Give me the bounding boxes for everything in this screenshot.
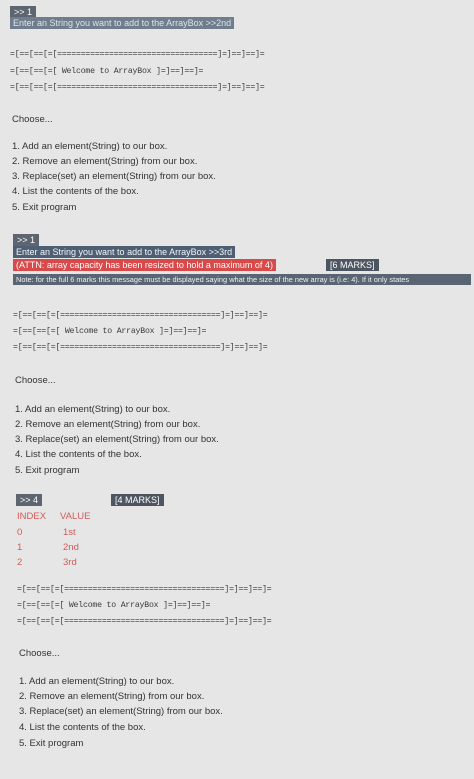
menu-item-remove-3: 2. Remove an element(String) from our bo… [19, 691, 205, 702]
table-header-value: VALUE [60, 511, 91, 522]
banner-bottom-2: =[==[==[=[==============================… [13, 343, 268, 352]
marks-badge-6: [6 MARKS] [326, 259, 379, 271]
menu-item-replace-1: 3. Replace(set) an element(String) from … [12, 171, 216, 182]
banner-top-2: =[==[==[=[==============================… [13, 311, 268, 320]
menu-item-remove-2: 2. Remove an element(String) from our bo… [15, 419, 201, 430]
choose-label-3: Choose... [19, 648, 60, 659]
banner-title-1: =[==[==[=[ Welcome to ArrayBox ]=]==]==]… [10, 67, 204, 76]
table-row-value: 3rd [63, 557, 77, 568]
table-row-value: 1st [63, 527, 76, 538]
marking-note: Note: for the full 6 marks this message … [13, 274, 471, 285]
banner-bottom-1: =[==[==[=[==============================… [10, 83, 265, 92]
menu-item-list-2: 4. List the contents of the box. [15, 449, 142, 460]
add-prompt-2: Enter an String you want to add to the A… [13, 246, 236, 258]
menu-item-list-3: 4. List the contents of the box. [19, 722, 146, 733]
table-header-index: INDEX [17, 511, 47, 522]
table-row-index: 2 [17, 557, 23, 568]
table-row-index: 0 [17, 527, 23, 538]
banner-top-3: =[==[==[=[==============================… [17, 585, 272, 594]
menu-item-replace-3: 3. Replace(set) an element(String) from … [19, 706, 223, 717]
menu-item-remove-1: 2. Remove an element(String) from our bo… [12, 156, 198, 167]
menu-item-exit-2: 5. Exit program [15, 465, 80, 476]
banner-top-1: =[==[==[=[==============================… [10, 50, 265, 59]
table-row-value: 2nd [63, 542, 79, 553]
banner-bottom-3: =[==[==[=[==============================… [17, 617, 272, 626]
banner-title-2: =[==[==[=[ Welcome to ArrayBox ]=]==]==]… [13, 327, 207, 336]
menu-item-exit-3: 5. Exit program [19, 738, 84, 749]
choose-label-1: Choose... [12, 114, 53, 125]
table-row-index: 1 [17, 542, 23, 553]
menu-item-replace-2: 3. Replace(set) an element(String) from … [15, 434, 219, 445]
menu-item-exit-1: 5. Exit program [12, 202, 77, 213]
menu-item-list-1: 4. List the contents of the box. [12, 186, 139, 197]
attn-resize-message: (ATTN: array capacity has been resized t… [13, 259, 276, 271]
marks-badge-4: [4 MARKS] [111, 494, 164, 506]
input-tag-2: >> 1 [13, 234, 40, 246]
choose-label-2: Choose... [15, 375, 56, 386]
menu-item-add-1: 1. Add an element(String) to our box. [12, 141, 168, 152]
add-prompt-1: Enter an String you want to add to the A… [10, 17, 235, 29]
menu-item-add-2: 1. Add an element(String) to our box. [15, 404, 171, 415]
menu-item-add-3: 1. Add an element(String) to our box. [19, 676, 175, 687]
input-tag-3: >> 4 [16, 494, 43, 506]
banner-title-3: =[==[==[=[ Welcome to ArrayBox ]=]==]==]… [17, 601, 211, 610]
